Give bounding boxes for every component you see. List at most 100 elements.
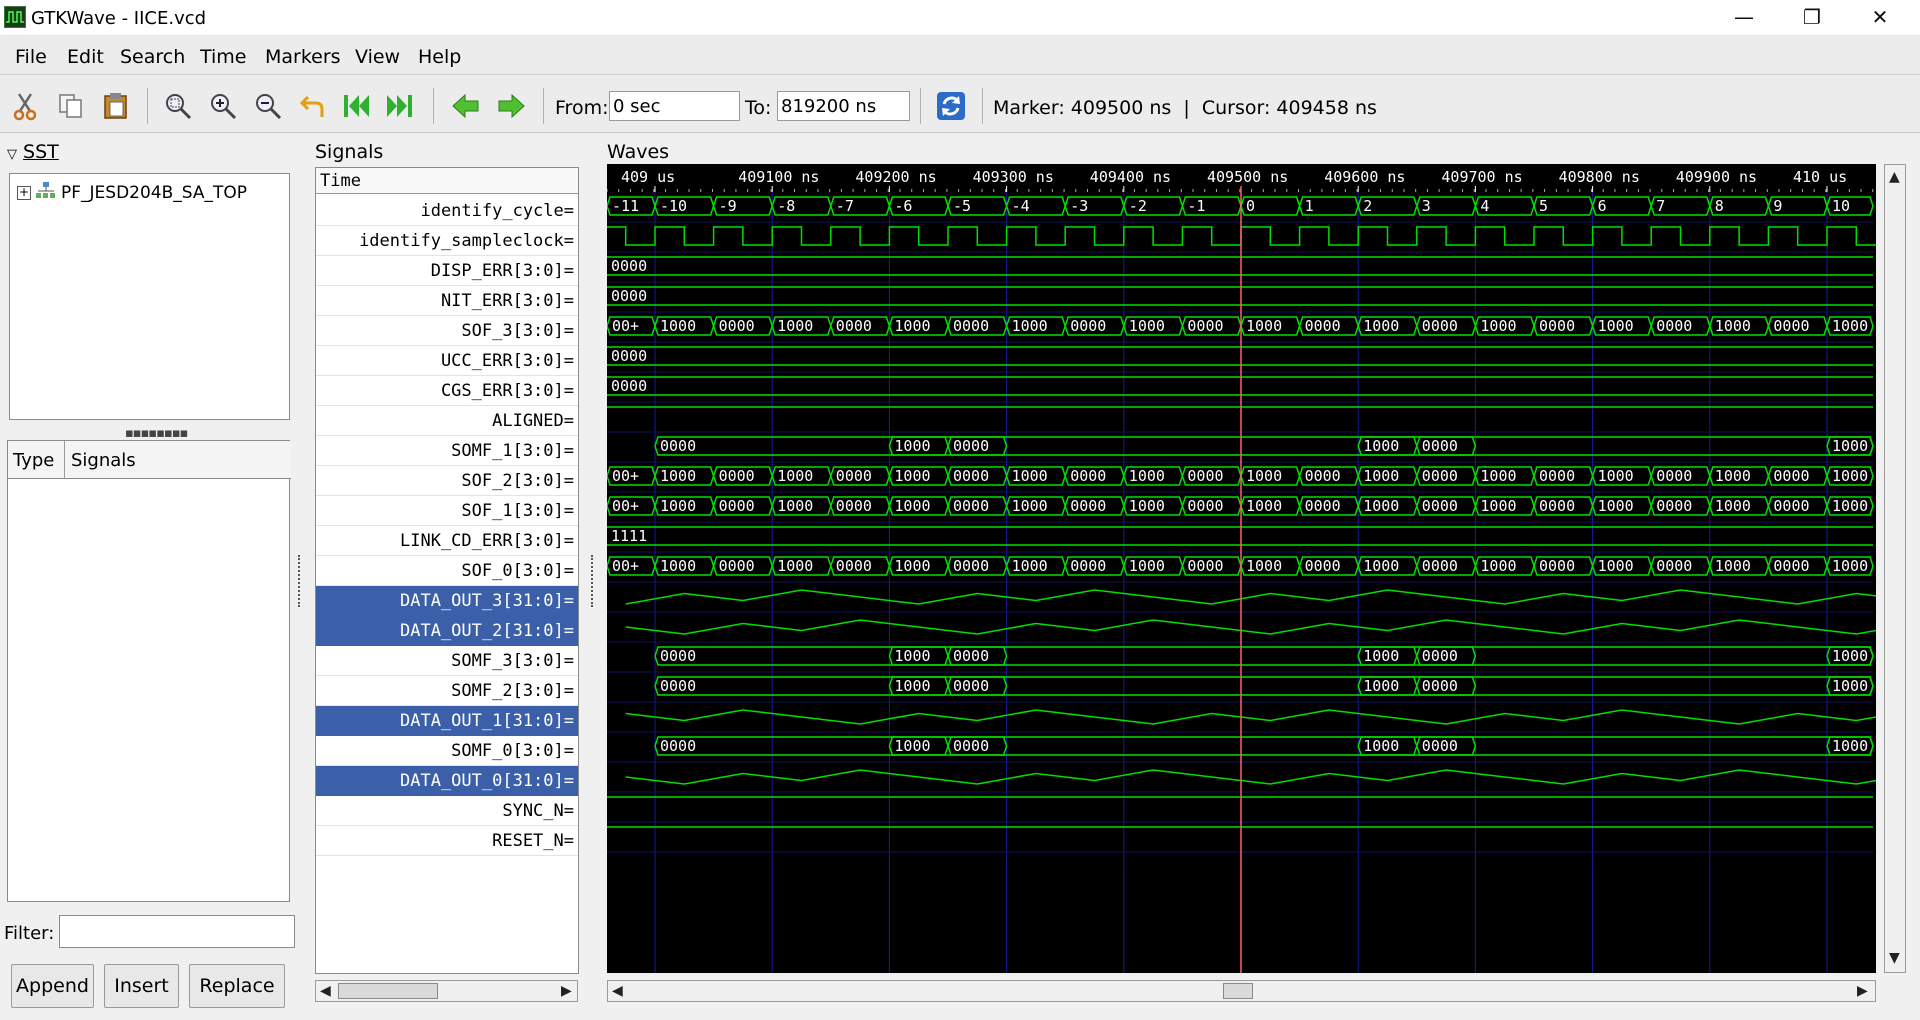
scroll-right-icon[interactable]: ▶ [1857,983,1868,999]
signals-column-header[interactable]: Signals [71,450,136,471]
scroll-thumb[interactable] [1223,983,1253,999]
signal-row[interactable]: SOMF_3[3:0]= [316,646,578,676]
somf-value: 1000 [1832,677,1868,695]
somf-value: 0000 [1422,737,1458,755]
menu-file[interactable]: File [15,46,47,68]
type-signals-list[interactable]: Type Signals [7,440,291,902]
signal-row[interactable]: DATA_OUT_1[31:0]= [316,706,578,736]
signal-row[interactable]: NIT_ERR[3:0]= [316,286,578,316]
shift-right-icon[interactable] [496,91,526,121]
restore-button[interactable]: ❐ [1778,0,1846,36]
signals-pane[interactable]: Time identify_cycle= identify_sampleclock… [315,167,579,974]
sof-bus-value: 1000 [1363,557,1399,575]
menu-time[interactable]: Time [200,46,247,68]
sof-bus-value: 1000 [1246,317,1282,335]
menu-markers[interactable]: Markers [265,46,341,68]
identify-cycle-value: 9 [1773,197,1782,215]
scroll-down-icon[interactable]: ▼ [1889,950,1900,966]
analog-trace [625,769,1876,785]
type-column-header[interactable]: Type [13,450,54,471]
sof-bus-value: 0000 [953,497,989,515]
waves-horizontal-scrollbar[interactable]: ◀ ▶ [607,980,1876,1002]
insert-button[interactable]: Insert [104,964,179,1008]
pane-resize-grip[interactable] [591,555,595,607]
signal-row[interactable]: DATA_OUT_3[31:0]= [316,586,578,616]
signal-row[interactable]: UCC_ERR[3:0]= [316,346,578,376]
minimize-button[interactable]: — [1710,0,1778,36]
copy-icon[interactable] [56,91,86,121]
toolbar-separator [920,88,921,124]
close-button[interactable]: ✕ [1846,0,1914,36]
menu-view[interactable]: View [355,46,400,68]
sst-tree[interactable]: + PF_JESD204B_SA_TOP [9,173,290,420]
sof-bus-value: 0000 [1187,557,1223,575]
signal-row[interactable]: SOMF_0[3:0]= [316,736,578,766]
sst-panel-label[interactable]: ▽ SST [7,141,59,163]
cut-icon[interactable] [10,91,40,121]
title-bar: GTKWave - IICE.vcd — ❐ ✕ [0,0,1920,36]
reload-icon[interactable] [936,91,966,121]
expand-icon[interactable]: + [17,185,31,200]
scroll-left-icon[interactable]: ◀ [320,983,331,999]
to-input[interactable] [777,91,910,121]
signal-row[interactable]: RESET_N= [316,826,578,856]
signal-row[interactable]: identify_cycle= [316,196,578,226]
signals-horizontal-scrollbar[interactable]: ◀ ▶ [315,980,578,1002]
signal-row[interactable]: SOF_0[3:0]= [316,556,578,586]
somf-segment [1416,646,1874,666]
jump-to-end-icon[interactable] [385,91,415,121]
menu-edit[interactable]: Edit [67,46,104,68]
waves-vertical-scrollbar[interactable]: ▲ ▼ [1884,164,1906,973]
replace-button[interactable]: Replace [189,964,285,1008]
somf-value: 0000 [660,737,696,755]
shift-left-icon[interactable] [451,91,481,121]
undo-zoom-icon[interactable] [298,91,328,121]
signal-row[interactable]: DISP_ERR[3:0]= [316,256,578,286]
time-ruler-label: 409800 ns [1559,168,1640,186]
from-input[interactable] [609,91,740,121]
bus-value: 0000 [611,377,647,395]
signal-row[interactable]: identify_sampleclock= [316,226,578,256]
waves-pane[interactable]: 409 us 409100 ns 409200 ns 409300 ns 409400 … [607,164,1876,973]
signal-row[interactable]: ALIGNED= [316,406,578,436]
waveform-canvas[interactable]: 409 us 409100 ns 409200 ns 409300 ns 409400 … [607,164,1876,973]
signal-row[interactable]: SOMF_1[3:0]= [316,436,578,466]
signal-row[interactable]: SOF_2[3:0]= [316,466,578,496]
signal-row[interactable]: SYNC_N= [316,796,578,826]
signal-row[interactable]: LINK_CD_ERR[3:0]= [316,526,578,556]
jump-to-start-icon[interactable] [341,91,371,121]
scroll-right-icon[interactable]: ▶ [561,983,572,999]
scroll-left-icon[interactable]: ◀ [612,983,623,999]
sof-bus-value: 1000 [1715,467,1751,485]
sof-bus-value: 1000 [1012,497,1048,515]
sof-bus-value: 1000 [1832,467,1868,485]
time-ruler-label: 409600 ns [1324,168,1405,186]
menu-help[interactable]: Help [418,46,461,68]
sof-bus-value: 1000 [1715,317,1751,335]
somf-value: 1000 [1363,737,1399,755]
scroll-thumb[interactable] [338,983,438,999]
signal-row[interactable]: SOF_3[3:0]= [316,316,578,346]
sof-bus-value: 0000 [1656,557,1692,575]
append-button[interactable]: Append [11,964,94,1008]
sof-bus-value: 1000 [894,557,930,575]
paste-icon[interactable] [101,91,131,121]
zoom-fit-icon[interactable] [163,91,193,121]
signal-row[interactable]: DATA_OUT_0[31:0]= [316,766,578,796]
signal-row[interactable]: DATA_OUT_2[31:0]= [316,616,578,646]
zoom-out-icon[interactable] [253,91,283,121]
tree-node-root[interactable]: + PF_JESD204B_SA_TOP [17,181,247,204]
signal-row[interactable]: SOMF_2[3:0]= [316,676,578,706]
scroll-up-icon[interactable]: ▲ [1889,169,1900,185]
column-divider [64,441,65,479]
signal-row[interactable]: SOF_1[3:0]= [316,496,578,526]
sof-bus-value: 1000 [1715,497,1751,515]
time-ruler-label: 409700 ns [1441,168,1522,186]
zoom-in-icon[interactable] [208,91,238,121]
identify-cycle-value: 8 [1715,197,1724,215]
pane-resize-grip[interactable]: ▪▪▪▪▪▪▪▪ [125,426,188,441]
menu-search[interactable]: Search [120,46,185,68]
signal-row[interactable]: CGS_ERR[3:0]= [316,376,578,406]
filter-input[interactable] [59,915,295,948]
pane-resize-grip[interactable] [298,555,302,607]
